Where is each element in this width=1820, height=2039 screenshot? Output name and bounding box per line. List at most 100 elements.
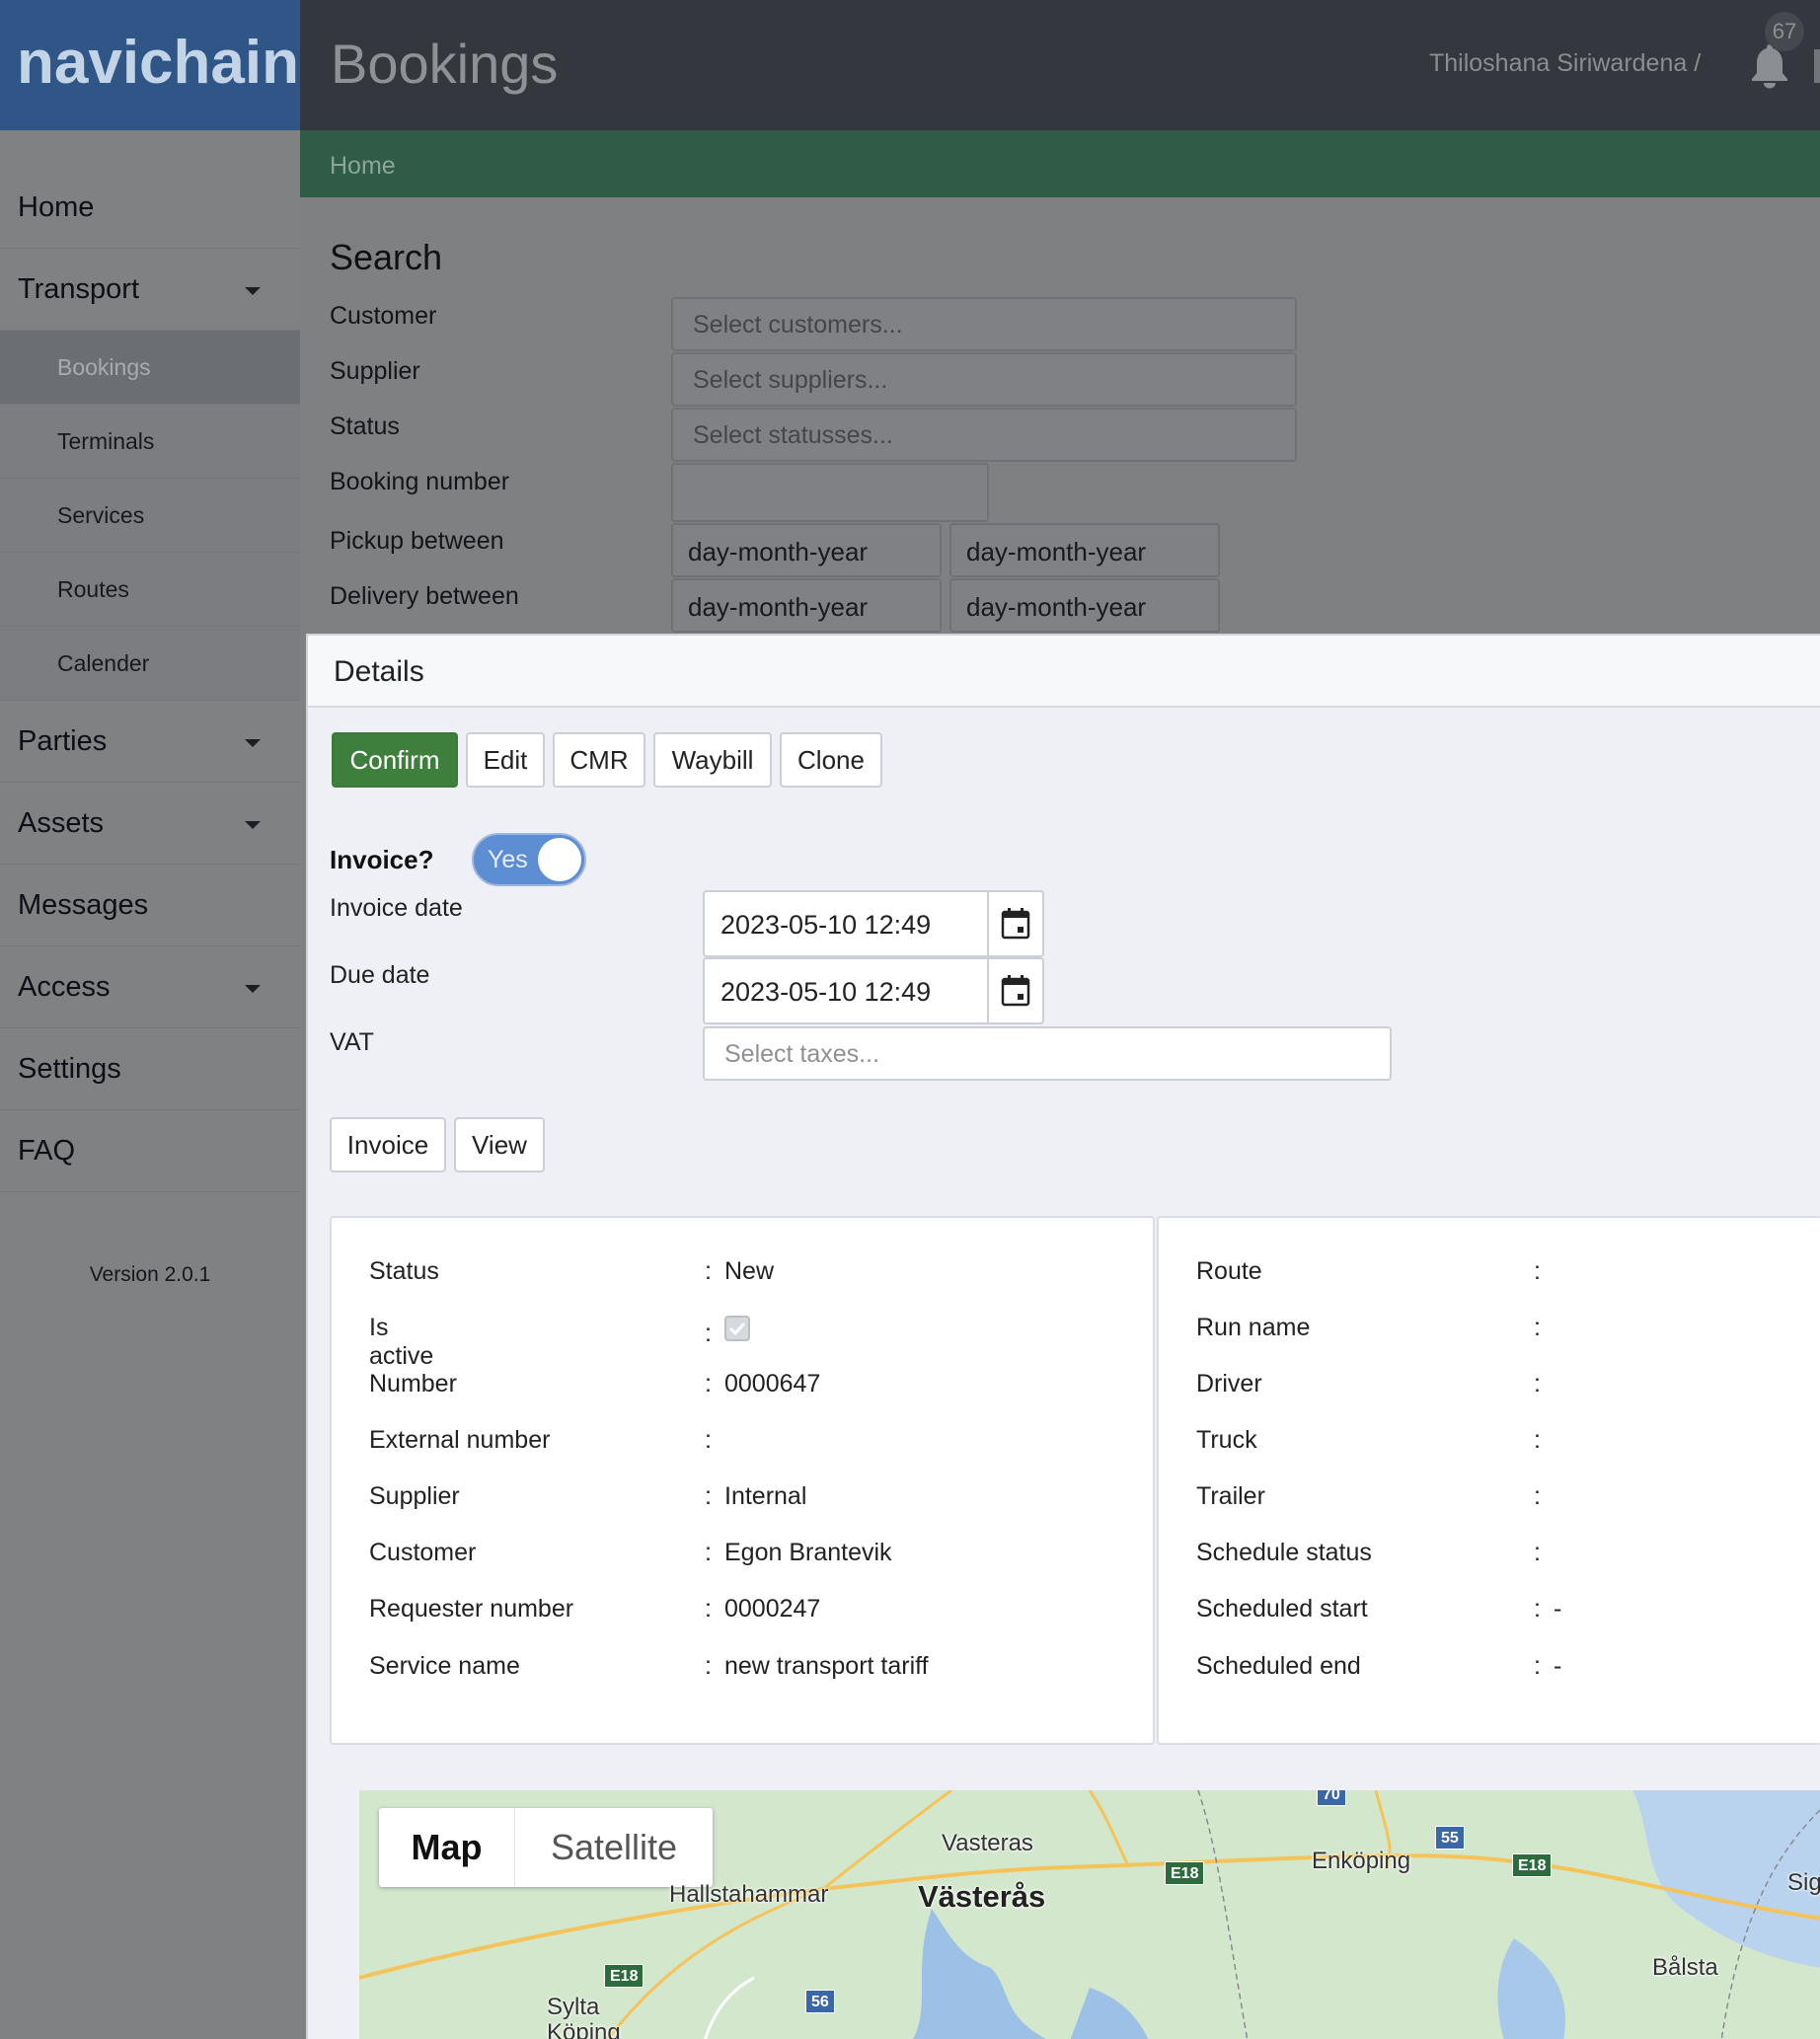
customer-value: Egon Brantevik	[724, 1539, 892, 1566]
service-name-value: new transport tariff	[724, 1652, 929, 1680]
separator: :	[1534, 1595, 1541, 1623]
view-button[interactable]: View	[454, 1117, 545, 1172]
status-key: Status	[369, 1257, 439, 1285]
satellite-view-button[interactable]: Satellite	[515, 1808, 713, 1887]
sidebar-item-assets[interactable]: Assets	[0, 783, 300, 865]
road-shield: E18	[1165, 1861, 1205, 1885]
waybill-button[interactable]: Waybill	[653, 732, 772, 788]
booking-number-input[interactable]	[671, 463, 989, 522]
calendar-icon	[1001, 975, 1030, 1007]
vat-label: VAT	[330, 1028, 374, 1056]
schedule-status-key: Schedule status	[1196, 1539, 1372, 1566]
map-place-label: Sylta	[547, 1994, 600, 2020]
number-value: 0000647	[724, 1370, 821, 1397]
customer-select[interactable]: Select customers...	[671, 297, 1297, 351]
breadcrumb-home[interactable]: Home	[330, 152, 396, 180]
separator: :	[1534, 1314, 1541, 1341]
invoice-button[interactable]: Invoice	[330, 1117, 446, 1172]
customer-label: Customer	[330, 302, 437, 330]
invoice-date-input[interactable]: 2023-05-10 12:49	[720, 910, 931, 941]
calendar-button[interactable]	[987, 892, 1042, 955]
separator: :	[705, 1539, 712, 1566]
number-key: Number	[369, 1370, 457, 1397]
map-place-label: Västerås	[918, 1879, 1046, 1914]
separator: :	[705, 1320, 712, 1347]
page-title: Bookings	[331, 33, 559, 95]
road-shield: E18	[604, 1964, 645, 1988]
separator: :	[705, 1426, 712, 1454]
sidebar-item-bookings[interactable]: Bookings	[0, 331, 300, 405]
user-name[interactable]: Thiloshana Siriwardena /	[1429, 49, 1701, 78]
supplier-select[interactable]: Select suppliers...	[671, 352, 1297, 407]
pickup-to-input[interactable]: day-month-year	[949, 523, 1220, 577]
sidebar-item-label: FAQ	[18, 1134, 76, 1167]
map-type-toggle: Map Satellite	[379, 1808, 713, 1887]
sidebar-item-faq[interactable]: FAQ	[0, 1110, 300, 1192]
sidebar-item-label: Transport	[18, 272, 140, 305]
vat-select[interactable]: Select taxes...	[703, 1026, 1392, 1081]
status-label: Status	[330, 413, 400, 440]
confirm-button[interactable]: Confirm	[332, 732, 458, 788]
service-name-key: Service name	[369, 1652, 520, 1680]
header-menu-icon[interactable]	[1814, 49, 1820, 83]
status-select[interactable]: Select statusses...	[671, 408, 1297, 462]
caret-down-icon	[245, 287, 261, 295]
invoice-date-field: 2023-05-10 12:49	[703, 890, 1044, 957]
sidebar-item-calender[interactable]: Calender	[0, 627, 300, 701]
schedule-info-card: Route : Run name : Driver : Truck : Trai…	[1157, 1216, 1820, 1745]
invoice-label: Invoice?	[330, 845, 434, 874]
sidebar-item-transport[interactable]: Transport	[0, 249, 300, 331]
sidebar-item-access[interactable]: Access	[0, 946, 300, 1028]
sidebar-item-routes[interactable]: Routes	[0, 553, 300, 627]
map-place-label: Köping	[547, 2019, 621, 2039]
customer-key: Customer	[369, 1539, 477, 1566]
sidebar-item-services[interactable]: Services	[0, 479, 300, 553]
sidebar-item-label: Access	[18, 970, 111, 1003]
pickup-from-input[interactable]: day-month-year	[671, 523, 942, 577]
scheduled-end-key: Scheduled end	[1196, 1652, 1361, 1680]
sidebar-item-label: Home	[18, 190, 95, 223]
sidebar-item-home[interactable]: Home	[0, 167, 300, 249]
due-date-field: 2023-05-10 12:49	[703, 957, 1044, 1024]
sidebar-item-messages[interactable]: Messages	[0, 865, 300, 946]
edit-button[interactable]: Edit	[466, 732, 545, 788]
app-logo[interactable]: navichain	[0, 0, 300, 130]
delivery-from-input[interactable]: day-month-year	[671, 578, 942, 633]
sidebar-item-label: Routes	[57, 575, 129, 602]
truck-key: Truck	[1196, 1426, 1257, 1454]
separator: :	[705, 1257, 712, 1285]
map-place-label: Bålsta	[1652, 1954, 1718, 1981]
invoice-toggle-text: Yes	[488, 846, 528, 873]
separator: :	[1534, 1482, 1541, 1510]
scheduled-start-key: Scheduled start	[1196, 1595, 1368, 1623]
requester-number-value: 0000247	[724, 1595, 821, 1623]
separator: :	[1534, 1539, 1541, 1566]
map-place-label: Enköping	[1312, 1848, 1411, 1874]
due-date-input[interactable]: 2023-05-10 12:49	[720, 977, 931, 1008]
map-view-button[interactable]: Map	[379, 1808, 515, 1887]
trailer-key: Trailer	[1196, 1482, 1265, 1510]
separator: :	[705, 1370, 712, 1397]
due-date-label: Due date	[330, 961, 430, 989]
invoice-toggle[interactable]: Yes	[472, 833, 586, 886]
sidebar-item-parties[interactable]: Parties	[0, 701, 300, 783]
sidebar-item-label: Messages	[18, 888, 149, 921]
requester-number-key: Requester number	[369, 1595, 574, 1623]
clone-button[interactable]: Clone	[780, 732, 882, 788]
status-value: New	[724, 1257, 775, 1285]
sidebar: navichain Home Transport Bookings Termin…	[0, 0, 300, 2039]
separator: :	[705, 1595, 712, 1623]
sidebar-item-terminals[interactable]: Terminals	[0, 405, 300, 479]
separator: :	[705, 1482, 712, 1510]
cmr-button[interactable]: CMR	[553, 732, 645, 788]
delivery-to-input[interactable]: day-month-year	[949, 578, 1220, 633]
route-map[interactable]: Map Satellite Vasteras Hallstahammar Väs…	[359, 1790, 1820, 2039]
supplier-value: Internal	[724, 1482, 807, 1510]
sidebar-item-settings[interactable]: Settings	[0, 1028, 300, 1110]
booking-info-card: Status : New Is active : Number : 000064…	[330, 1216, 1155, 1745]
sidebar-item-label: Assets	[18, 806, 105, 839]
booking-number-label: Booking number	[330, 468, 510, 495]
calendar-button[interactable]	[987, 959, 1042, 1022]
is-active-checkbox[interactable]	[724, 1316, 750, 1341]
separator: :	[1534, 1652, 1541, 1680]
